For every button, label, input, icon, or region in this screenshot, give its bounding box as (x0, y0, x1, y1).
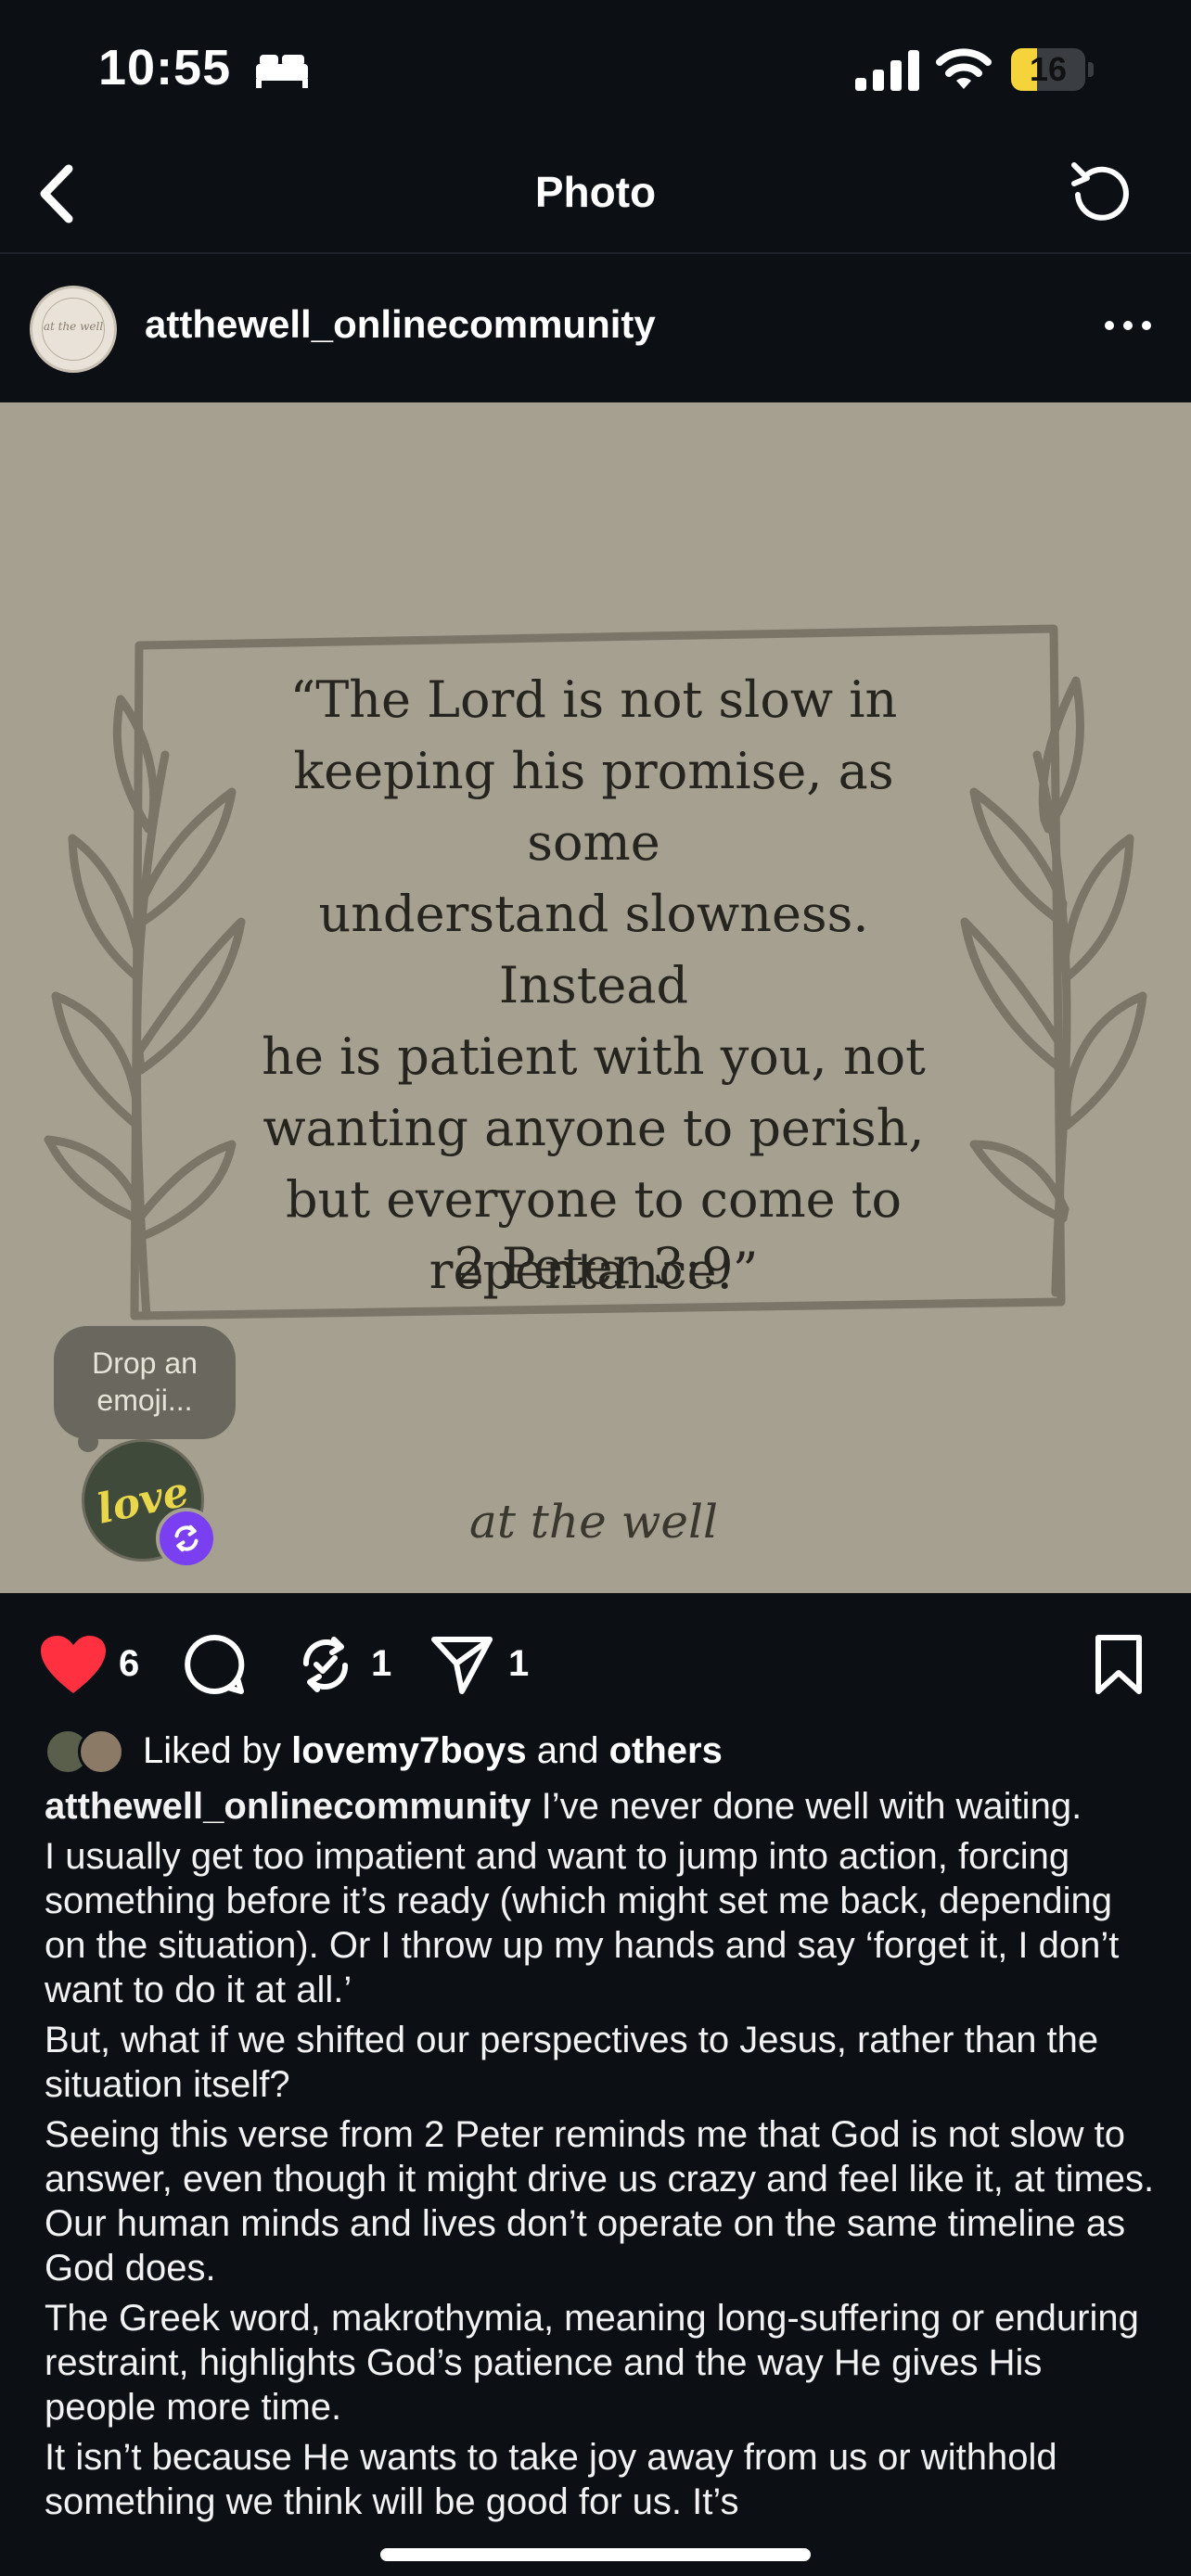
liked-by-prefix: Liked by (143, 1730, 281, 1771)
avatar (78, 1728, 124, 1775)
caption-paragraph: Seeing this verse from 2 Peter reminds m… (45, 2114, 1155, 2289)
home-indicator[interactable] (380, 2548, 811, 2561)
comment-icon[interactable] (182, 1632, 247, 1697)
post-username[interactable]: atthewell_onlinecommunity (145, 302, 656, 347)
avatar[interactable]: at the well (30, 286, 117, 373)
status-bar: 10:55 16 (0, 0, 1191, 139)
post-image[interactable]: “The Lord is not slow in keeping his pro… (0, 402, 1191, 1593)
caption-paragraph: I usually get too impatient and want to … (45, 1836, 1120, 2010)
signal-icon (855, 50, 919, 91)
battery-level: 16 (1029, 50, 1068, 88)
caption-paragraph: But, what if we shifted our perspectives… (45, 2020, 1099, 2105)
quote-line: “The Lord is not slow in (289, 670, 898, 729)
quote-line: keeping his promise, as some (293, 742, 894, 872)
battery-icon: 16 (1011, 48, 1095, 91)
post-caption: atthewell_onlinecommunity I’ve never don… (45, 1784, 1158, 2530)
caption-paragraph: The Greek word, makrothymia, meaning lon… (45, 2298, 1139, 2428)
caption-owner[interactable]: atthewell_onlinecommunity (45, 1786, 531, 1827)
heart-icon[interactable] (37, 1632, 109, 1697)
post-header: at the well atthewell_onlinecommunity (0, 254, 1191, 402)
page-title: Photo (534, 168, 657, 216)
repost-count[interactable]: 1 (371, 1643, 391, 1685)
like-count[interactable]: 6 (119, 1643, 139, 1685)
liked-by-user[interactable]: lovemy7boys (291, 1730, 526, 1771)
repost-icon[interactable] (295, 1632, 356, 1697)
bookmark-icon[interactable] (1091, 1634, 1146, 1695)
nav-bar: Photo (0, 139, 1191, 254)
ellipsis-icon[interactable] (1102, 313, 1154, 338)
bed-icon (256, 55, 308, 88)
caption-paragraph: atthewell_onlinecommunity I’ve never don… (45, 1784, 1158, 1829)
status-time: 10:55 (98, 40, 232, 96)
avatar-text: at the well (43, 320, 104, 333)
share-count[interactable]: 1 (508, 1643, 529, 1685)
liked-by-connector: and (536, 1730, 599, 1771)
wifi-icon (936, 48, 992, 89)
share-icon[interactable] (429, 1632, 495, 1697)
scripture-reference: 2 Peter 3:9 (454, 1237, 734, 1295)
quote-line: but everyone to come to (285, 1170, 903, 1229)
scripture-quote: “The Lord is not slow in keeping his pro… (223, 664, 965, 1307)
caption-paragraph: It isn’t because He wants to take joy aw… (45, 2437, 1057, 2522)
caption-first-text: I’ve never done well with waiting. (541, 1786, 1082, 1827)
quote-line: wanting anyone to perish, (263, 1099, 925, 1157)
quote-line: understand slowness. Instead (318, 885, 869, 1014)
liked-by-others[interactable]: others (609, 1730, 723, 1771)
refresh-icon[interactable] (1067, 158, 1137, 228)
brand-signature: at the well (469, 1495, 718, 1549)
quote-line: he is patient with you, not (262, 1027, 926, 1086)
liked-by-text: Liked by lovemy7boys and others (143, 1730, 723, 1772)
emoji-prompt-bubble[interactable]: Drop an emoji... (54, 1326, 236, 1439)
repost-badge-icon (156, 1508, 217, 1569)
action-row: 6 1 1 (0, 1593, 1191, 1732)
liked-avatars (45, 1727, 134, 1779)
bubble-tail (78, 1432, 98, 1452)
